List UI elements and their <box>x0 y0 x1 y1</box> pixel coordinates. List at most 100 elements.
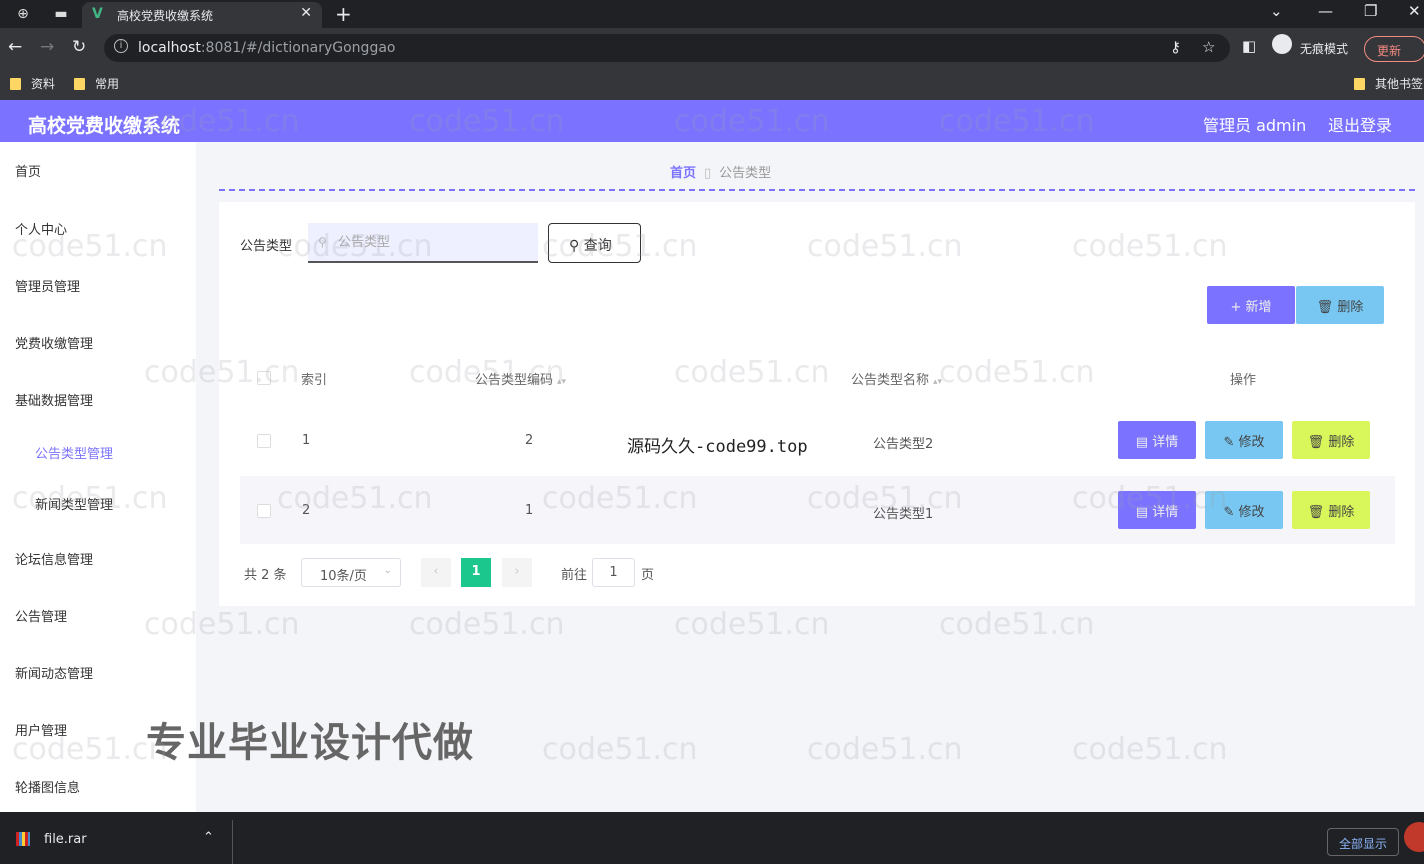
app-title: 高校党费收缴系统 <box>28 115 181 137</box>
sidebar-item-notice-type[interactable]: 公告类型管理 <box>35 443 113 462</box>
search-text-field[interactable] <box>338 231 528 253</box>
vue-logo-icon: V <box>92 6 103 22</box>
detail-button[interactable]: ▤ 详情 <box>1118 421 1196 459</box>
sidebar-item-home[interactable]: 首页 <box>15 161 41 180</box>
sidebar-item-personal-center[interactable]: 个人中心 <box>15 219 67 238</box>
browser-tab[interactable]: V 高校党费收缴系统 ✕ <box>82 2 322 28</box>
folder-icon <box>74 78 85 90</box>
browser-tab-bar: ⊕ ▬ V 高校党费收缴系统 ✕ + ⌄ — ❐ ✕ <box>0 0 1424 28</box>
goto-page-input[interactable] <box>592 558 635 587</box>
forward-icon[interactable]: → <box>40 37 54 57</box>
sidebar-item-admin-management[interactable]: 管理员管理 <box>15 276 80 295</box>
watermark: code51.cn <box>939 607 1095 642</box>
folder-icon <box>10 78 21 90</box>
maximize-icon[interactable]: ❐ <box>1364 2 1377 20</box>
prev-page-button[interactable]: ‹ <box>421 558 451 587</box>
search-icon: ⚲ <box>569 238 580 254</box>
incognito-icon <box>1272 34 1292 54</box>
edit-button[interactable]: ✎ 修改 <box>1205 421 1283 459</box>
cell-name: 公告类型1 <box>873 507 934 522</box>
goto-suffix: 页 <box>641 568 655 583</box>
pencil-icon: ✎ <box>1223 505 1235 520</box>
query-button[interactable]: ⚲ 查询 <box>548 223 641 263</box>
side-panel-icon[interactable]: ◧ <box>1242 37 1256 55</box>
watermark: code51.cn <box>674 607 830 642</box>
breadcrumb-current: 公告类型 <box>719 166 772 181</box>
download-bar: file.rar ⌃ 全部显示 <box>0 812 1424 864</box>
window-close-icon[interactable]: ✕ <box>1408 2 1421 20</box>
search-label: 公告类型 <box>240 239 293 254</box>
bookmark-star-icon[interactable]: ☆ <box>1202 38 1215 56</box>
trash-icon: 🗑 <box>1316 300 1334 315</box>
pencil-icon: ✎ <box>1223 435 1235 450</box>
sidebar-item-carousel[interactable]: 轮播图信息 <box>15 777 80 796</box>
detail-button[interactable]: ▤ 详情 <box>1118 491 1196 529</box>
promo-overlay: 专业毕业设计代做 <box>146 720 474 766</box>
batch-delete-label: 删除 <box>1337 300 1364 315</box>
other-bookmarks[interactable]: 其他书签 <box>1354 75 1423 92</box>
breadcrumb: 首页 ▯ 公告类型 <box>670 162 771 181</box>
breadcrumb-home[interactable]: 首页 <box>670 166 696 181</box>
row-checkbox[interactable] <box>257 434 271 448</box>
watermark: code51.cn <box>409 607 565 642</box>
key-icon[interactable]: ⚷ <box>1170 38 1181 56</box>
select-all-checkbox[interactable] <box>257 371 271 385</box>
reload-icon[interactable]: ↻ <box>72 37 86 57</box>
sort-icon[interactable]: ▴▾ <box>933 377 942 387</box>
trash-icon: 🗑 <box>1307 505 1325 520</box>
delete-button[interactable]: 🗑 删除 <box>1292 421 1370 459</box>
row-checkbox[interactable] <box>257 504 271 518</box>
browser-address-bar: ← → ↻ i localhost:8081/#/dictionaryGongg… <box>0 28 1424 68</box>
sidebar-item-news[interactable]: 新闻动态管理 <box>15 663 93 682</box>
url-field[interactable]: i localhost:8081/#/dictionaryGonggao ⚷ ☆ <box>104 34 1230 62</box>
chevron-up-icon[interactable]: ⌃ <box>203 830 214 845</box>
sort-icon[interactable]: ▴▾ <box>557 377 566 387</box>
next-page-button[interactable]: › <box>502 558 532 587</box>
batch-delete-button[interactable]: 🗑 删除 <box>1296 286 1384 324</box>
show-all-downloads-button[interactable]: 全部显示 <box>1327 828 1399 856</box>
tab-list-icon[interactable]: ⌄ <box>1270 2 1283 20</box>
browser-menu-icon[interactable]: ⊕ <box>14 5 32 23</box>
delete-button[interactable]: 🗑 删除 <box>1292 491 1370 529</box>
column-header-name[interactable]: 公告类型名称 ▴▾ <box>851 369 942 388</box>
tab-close-icon[interactable]: ✕ <box>300 5 312 21</box>
bookmark-folder[interactable]: 常用 <box>74 75 119 92</box>
bookmark-folder[interactable]: 资料 <box>10 75 55 92</box>
watermark: code51.cn <box>807 732 963 767</box>
column-header-actions: 操作 <box>1230 373 1257 388</box>
minimize-icon[interactable]: — <box>1318 2 1333 20</box>
bookmarks-bar: 资料 常用 其他书签 <box>0 68 1424 100</box>
incognito-label: 无痕模式 <box>1300 42 1349 56</box>
sidebar-item-base-data[interactable]: 基础数据管理 <box>15 390 93 409</box>
update-button[interactable]: 更新 <box>1364 36 1424 62</box>
sidebar-item-notice[interactable]: 公告管理 <box>15 606 67 625</box>
sidebar-item-dues-management[interactable]: 党费收缴管理 <box>15 333 93 352</box>
pagination-total: 共 2 条 <box>244 568 287 583</box>
app-header: 高校党费收缴系统 管理员 admin 退出登录 <box>0 100 1424 142</box>
divider <box>219 189 1415 191</box>
download-file-name[interactable]: file.rar <box>44 832 87 847</box>
goto-label: 前往 <box>561 568 588 583</box>
new-tab-icon[interactable]: + <box>335 2 352 26</box>
sidebar-item-news-type[interactable]: 新闻类型管理 <box>35 494 113 513</box>
column-header-code[interactable]: 公告类型编码 ▴▾ <box>475 369 566 388</box>
document-icon: ▤ <box>1135 505 1149 520</box>
add-button[interactable]: + 新增 <box>1207 286 1295 324</box>
trash-icon: 🗑 <box>1307 435 1325 450</box>
edit-button[interactable]: ✎ 修改 <box>1205 491 1283 529</box>
chevron-down-icon: ⌄ <box>383 565 392 576</box>
back-icon[interactable]: ← <box>8 37 22 57</box>
page-size-select[interactable]: 10条/页 ⌄ <box>301 558 401 587</box>
logout-button[interactable]: 退出登录 <box>1328 112 1392 136</box>
search-input[interactable]: ⚲ <box>308 223 538 263</box>
sidebar-item-users[interactable]: 用户管理 <box>15 720 67 739</box>
tab-search-icon[interactable]: ▬ <box>52 5 70 23</box>
query-button-label: 查询 <box>583 238 612 254</box>
cell-index: 2 <box>302 503 311 518</box>
site-info-icon[interactable]: i <box>114 39 128 53</box>
breadcrumb-separator-icon: ▯ <box>704 166 712 181</box>
page-number-button[interactable]: 1 <box>461 558 491 587</box>
archive-file-icon <box>16 832 30 846</box>
url-host: localhost <box>138 40 201 56</box>
sidebar-item-forum[interactable]: 论坛信息管理 <box>15 549 93 568</box>
